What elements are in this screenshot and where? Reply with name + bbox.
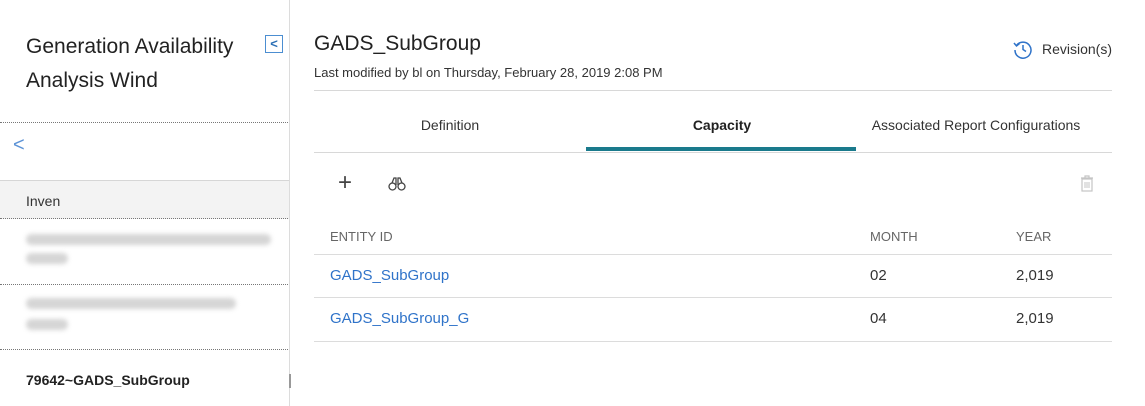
plus-icon[interactable]: + xyxy=(338,171,352,195)
history-icon xyxy=(1013,41,1032,59)
tab-definition[interactable]: Definition xyxy=(314,91,586,152)
column-header-year[interactable]: YEAR xyxy=(1016,229,1051,244)
trash-icon[interactable] xyxy=(1080,175,1094,192)
sidebar-scrollbar[interactable] xyxy=(289,0,290,406)
collapse-sidebar-button[interactable]: < xyxy=(265,35,283,53)
sidebar-title: Generation Availability Analysis Wind xyxy=(26,35,234,92)
divider xyxy=(314,341,1112,342)
sidebar-column-header-label: Inven xyxy=(26,193,61,209)
sidebar-current-item[interactable]: 79642~GADS_SubGroup xyxy=(26,372,190,388)
divider xyxy=(0,349,290,350)
entity-id-link[interactable]: GADS_SubGroup_G xyxy=(330,310,469,327)
tab-capacity[interactable]: Capacity xyxy=(586,91,858,152)
month-cell: 04 xyxy=(870,310,887,327)
column-header-month[interactable]: MONTH xyxy=(870,229,918,244)
active-tab-indicator xyxy=(586,147,856,151)
revisions-label: Revision(s) xyxy=(1041,41,1112,57)
sidebar: Generation Availability Analysis Wind < … xyxy=(0,0,290,406)
tab-associated-report-configurations[interactable]: Associated Report Configurations xyxy=(840,91,1112,152)
sidebar-column-header: Inven xyxy=(0,180,290,219)
divider xyxy=(0,122,290,123)
table-row[interactable]: GADS_SubGroup 02 2,019 xyxy=(314,254,1112,298)
resize-handle[interactable] xyxy=(289,374,291,388)
page-title: GADS_SubGroup xyxy=(314,32,481,55)
table-row[interactable]: GADS_SubGroup_G 04 2,019 xyxy=(314,297,1112,341)
blurred-text xyxy=(26,298,236,309)
year-cell: 2,019 xyxy=(1016,267,1054,284)
divider xyxy=(0,284,290,285)
last-modified-text: Last modified by bl on Thursday, Februar… xyxy=(314,65,663,80)
blurred-text xyxy=(26,319,68,330)
revisions-button[interactable]: Revision(s) xyxy=(1012,38,1112,60)
divider xyxy=(314,152,1112,153)
binoculars-icon[interactable] xyxy=(388,176,406,192)
entity-id-link[interactable]: GADS_SubGroup xyxy=(330,267,449,284)
back-chevron-icon[interactable]: < xyxy=(13,134,25,156)
tab-bar: Definition Capacity Associated Report Co… xyxy=(314,91,1112,152)
month-cell: 02 xyxy=(870,267,887,284)
divider xyxy=(0,218,290,219)
blurred-text xyxy=(26,253,68,264)
column-header-entity-id[interactable]: ENTITY ID xyxy=(330,229,393,244)
year-cell: 2,019 xyxy=(1016,310,1054,327)
main-panel: GADS_SubGroup Last modified by bl on Thu… xyxy=(314,0,1112,406)
blurred-text xyxy=(26,234,271,245)
